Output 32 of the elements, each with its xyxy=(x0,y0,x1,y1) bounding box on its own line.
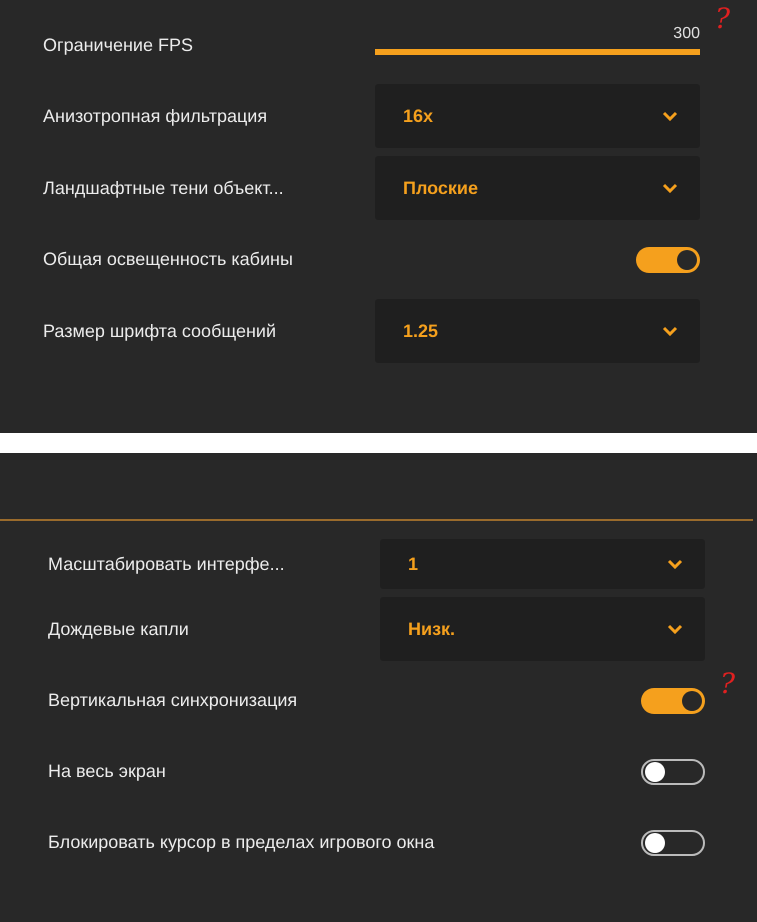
chevron-down-icon xyxy=(667,559,683,569)
toggle-switch[interactable] xyxy=(641,758,705,784)
setting-label: Блокировать курсор в пределах игрового окна xyxy=(48,832,434,853)
annotation-mark: ? xyxy=(714,2,730,35)
setting-label: Дождевые капли xyxy=(48,618,189,640)
toggle-knob xyxy=(682,690,702,710)
chevron-down-icon xyxy=(667,624,683,634)
setting-label: Вертикальная синхронизация xyxy=(48,690,298,711)
dropdown[interactable]: 1 xyxy=(380,539,705,589)
dropdown[interactable]: Плоские xyxy=(375,156,700,220)
setting-label: Ограничение FPS xyxy=(43,34,193,56)
chevron-down-icon xyxy=(662,111,678,121)
setting-label: Масштабировать интерфе... xyxy=(48,554,285,574)
slider-value: 300 xyxy=(673,25,700,43)
dropdown[interactable]: Низк. xyxy=(380,597,705,661)
fps-slider[interactable] xyxy=(375,49,700,55)
dropdown[interactable]: 1.25 xyxy=(375,299,700,363)
toggle-knob xyxy=(677,250,697,270)
setting-label: Общая освещенность кабины xyxy=(43,249,293,270)
setting-label: Размер шрифта сообщений xyxy=(43,320,276,342)
setting-label: Ландшафтные тени объект... xyxy=(43,178,284,198)
annotation-mark: ? xyxy=(720,667,735,700)
toggle-knob xyxy=(645,762,665,782)
dropdown[interactable]: 16x xyxy=(375,84,700,148)
setting-label: На весь экран xyxy=(48,761,166,782)
chevron-down-icon xyxy=(662,326,678,336)
toggle-switch[interactable] xyxy=(636,246,700,272)
toggle-switch[interactable] xyxy=(641,830,705,856)
toggle-switch[interactable] xyxy=(641,688,705,714)
setting-label: Анизотропная фильтрация xyxy=(43,106,268,126)
chevron-down-icon xyxy=(662,183,678,193)
toggle-knob xyxy=(645,832,665,852)
